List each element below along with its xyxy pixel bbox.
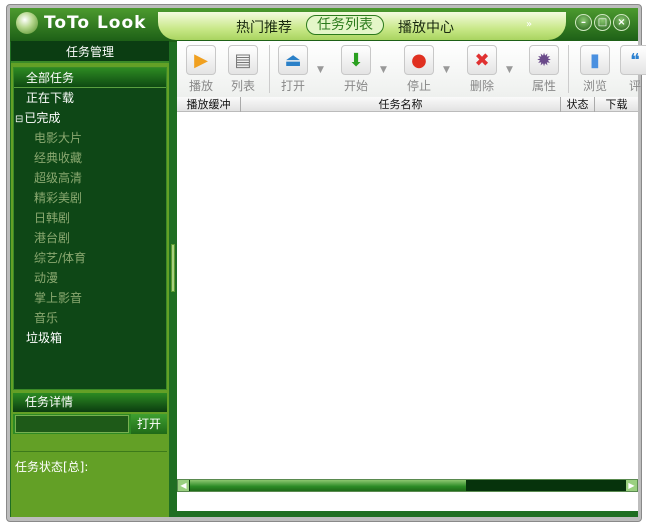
title-bar: ToTo Look 热门推荐 任务列表 播放中心 » – □ × [10,8,638,42]
maximize-button[interactable]: □ [594,14,611,31]
comment-icon: ❝ [620,45,646,75]
task-status-label: 任务状态[总]: [15,460,89,474]
task-detail-header: 任务详情 [13,393,167,412]
toolbar-label: 列表 [230,79,255,93]
minimize-button[interactable]: – [575,14,592,31]
collapse-icon[interactable]: ⊟ [15,114,23,125]
col-status[interactable]: 状态 [561,97,595,112]
scroll-thumb[interactable] [190,480,466,491]
logo-icon [16,12,38,34]
dropdown-icon[interactable]: ▼ [443,65,450,75]
gear-icon: ✹ [529,45,559,75]
toolbar-button-browse[interactable]: ▮ 浏览 [577,45,613,94]
col-task-name[interactable]: 任务名称 [241,97,561,112]
sidebar-subitem[interactable]: 港台剧 [14,228,166,248]
sidebar-subitem[interactable]: 经典收藏 [14,148,166,168]
sidebar-subitem[interactable]: 综艺/体育 [14,248,166,268]
toolbar-label: 属性 [531,79,556,93]
browse-icon: ▮ [580,45,610,75]
sidebar-subitem[interactable]: 掌上影音 [14,288,166,308]
sidebar-subitem[interactable]: 动漫 [14,268,166,288]
horizontal-scrollbar[interactable]: ◀ ▶ [177,479,638,492]
toolbar: ▶ 播放 ▤ 列表 ⏏ 打开 ▼ ⬇ 开始 ▼ ● 停止 ▼ ✖ 删除 ▼ ✹ 属性 ▮ 浏览 ❝ 评 [177,41,646,97]
toolbar-button-delete[interactable]: ✖ 删除 [464,45,500,94]
divider [13,451,167,452]
more-icon[interactable]: » [526,19,532,30]
sidebar-subitem[interactable]: 精彩美剧 [14,188,166,208]
sidebar-item-downloading[interactable]: 正在下载 [14,88,166,108]
sidebar-item-all[interactable]: 全部任务 [14,68,166,88]
toolbar-label: 浏览 [582,79,607,93]
tab-play-center[interactable]: 播放中心 [398,17,454,37]
detail-input[interactable] [15,415,129,433]
toolbar-separator [269,45,270,93]
list-icon: ▤ [228,45,258,75]
window-frame: ToTo Look 热门推荐 任务列表 播放中心 » – □ × 任务管理 全部… [10,8,646,517]
sidebar-item-trash[interactable]: 垃圾箱 [14,328,166,348]
tab-hot[interactable]: 热门推荐 [236,17,292,37]
column-header: 播放缓冲 任务名称 状态 下载 [177,97,638,112]
sidebar-item-label: 已完成 [24,111,61,125]
open-button[interactable]: 打开 [131,414,167,434]
toolbar-button-list[interactable]: ▤ 列表 [225,45,261,94]
sidebar-header: 任务管理 [11,41,169,63]
toolbar-label: 打开 [280,79,305,93]
toolbar-button-gear[interactable]: ✹ 属性 [526,45,562,94]
app-title: ToTo Look [44,13,147,33]
col-buffer[interactable]: 播放缓冲 [177,97,241,112]
task-tree: 全部任务 正在下载 ⊟已完成 电影大片 经典收藏 超级高清 精彩美剧 日韩剧 港台剧 综艺/… [13,67,167,390]
col-download[interactable]: 下载 [595,97,638,112]
sidebar-subitem[interactable]: 音乐 [14,308,166,328]
eject-icon: ⏏ [278,45,308,75]
toolbar-button-play[interactable]: ▶ 播放 [183,45,219,94]
toolbar-separator [568,45,569,93]
tab-task-list[interactable]: 任务列表 [306,15,384,35]
toolbar-label: 删除 [469,79,494,93]
toolbar-label: 开始 [343,79,368,93]
close-button[interactable]: × [613,14,630,31]
sidebar-subitem[interactable]: 日韩剧 [14,208,166,228]
stop-icon: ● [404,45,434,75]
toolbar-button-comment[interactable]: ❝ 评 [617,45,646,94]
sidebar-item-completed[interactable]: ⊟已完成 [14,108,166,128]
splitter-handle[interactable] [171,244,175,292]
sidebar-subitem[interactable]: 电影大片 [14,128,166,148]
main-panel: ▶ 播放 ▤ 列表 ⏏ 打开 ▼ ⬇ 开始 ▼ ● 停止 ▼ ✖ 删除 ▼ ✹ 属性 ▮ 浏览 ❝ 评 播放缓冲 任务名称… [177,41,646,511]
scroll-left-icon[interactable]: ◀ [178,480,189,491]
toolbar-label: 停止 [406,79,431,93]
download-arrow-icon: ⬇ [341,45,371,75]
toolbar-button-eject[interactable]: ⏏ 打开 [275,45,311,94]
dropdown-icon[interactable]: ▼ [317,65,324,75]
toolbar-label: 播放 [188,79,213,93]
sidebar-subitem[interactable]: 超级高清 [14,168,166,188]
scroll-right-icon[interactable]: ▶ [626,480,637,491]
delete-icon: ✖ [467,45,497,75]
dropdown-icon[interactable]: ▼ [506,65,513,75]
toolbar-button-stop[interactable]: ● 停止 [401,45,437,94]
sidebar: 任务管理 全部任务 正在下载 ⊟已完成 电影大片 经典收藏 超级高清 精彩美剧 日韩剧港… [11,41,169,517]
app-window: ToTo Look 热门推荐 任务列表 播放中心 » – □ × 任务管理 全部… [6,4,646,522]
nav-bar: 热门推荐 任务列表 播放中心 » [158,12,566,40]
toolbar-button-download-arrow[interactable]: ⬇ 开始 [338,45,374,94]
toolbar-label: 评 [628,79,641,93]
dropdown-icon[interactable]: ▼ [380,65,387,75]
app-logo: ToTo Look [16,12,146,34]
play-icon: ▶ [186,45,216,75]
